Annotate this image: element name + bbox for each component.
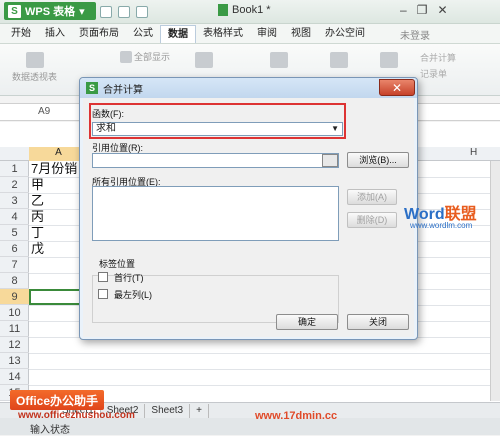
menu-insert[interactable]: 插入 <box>38 25 72 43</box>
pivot-table-icon <box>25 52 44 68</box>
data-tool-icon <box>270 52 288 68</box>
close-window-icon[interactable]: ✕ <box>437 3 447 17</box>
show-all-button[interactable]: 全部显示 <box>120 50 170 63</box>
chevron-down-icon: ▾ <box>79 5 85 18</box>
row-header[interactable]: 2 <box>0 177 29 193</box>
minimize-icon[interactable]: – <box>400 3 407 17</box>
menu-review[interactable]: 审阅 <box>250 25 284 43</box>
login-status[interactable]: 未登录 <box>400 27 430 42</box>
wps-logo-icon: S <box>8 4 21 18</box>
function-label: 函数(F): <box>92 109 124 119</box>
save-icon[interactable] <box>100 6 112 18</box>
grid-line <box>29 369 500 370</box>
row-header[interactable]: 1 <box>0 161 29 177</box>
sort-button[interactable] <box>195 52 213 68</box>
pivot-table-label: 数据透视表 <box>12 72 58 82</box>
row-header[interactable]: 9 <box>0 289 29 305</box>
validation-button[interactable] <box>330 52 348 68</box>
menu-table-style[interactable]: 表格样式 <box>196 25 250 43</box>
sort-icon <box>195 52 213 68</box>
ok-button[interactable]: 确定 <box>276 314 338 330</box>
first-row-label: 首行(T) <box>114 273 144 283</box>
row-header[interactable]: 12 <box>0 337 29 353</box>
group-button[interactable] <box>380 52 398 68</box>
range-picker-icon[interactable] <box>322 154 338 167</box>
undo-icon[interactable] <box>136 6 148 18</box>
column-header-h[interactable]: H <box>470 147 477 158</box>
add-button[interactable]: 添加(A) <box>347 189 397 205</box>
all-refs-list[interactable] <box>92 186 339 241</box>
validation-icon <box>330 52 348 68</box>
row-header[interactable]: 10 <box>0 305 29 321</box>
row-header-column: 1 2 3 4 5 6 7 8 9 10 11 12 13 14 15 <box>0 161 29 401</box>
group-icon <box>380 52 398 68</box>
menu-page-layout[interactable]: 页面布局 <box>72 25 126 43</box>
row-header[interactable]: 8 <box>0 273 29 289</box>
row-header[interactable]: 3 <box>0 193 29 209</box>
tag-position-label: 标签位置 <box>99 259 136 269</box>
cell-a3[interactable]: 乙 <box>31 193 44 209</box>
delete-button[interactable]: 删除(D) <box>347 212 397 228</box>
data-tool-button[interactable] <box>270 52 288 68</box>
function-select[interactable]: 求和 ▼ <box>92 122 343 136</box>
dialog-body: 函数(F): 求和 ▼ 引用位置(R): 浏览(B)... 所有引用位置(E):… <box>83 98 414 337</box>
print-icon[interactable] <box>118 6 130 18</box>
cell-a4[interactable]: 丙 <box>31 209 44 225</box>
pivot-table-button[interactable]: 数据透视表 <box>12 52 57 83</box>
cell-a2[interactable]: 甲 <box>31 177 44 193</box>
show-all-label: 全部显示 <box>134 52 171 62</box>
window-controls: – ❐ ✕ <box>400 3 448 17</box>
row-header[interactable]: 11 <box>0 321 29 337</box>
row-header[interactable]: 6 <box>0 241 29 257</box>
menu-formula[interactable]: 公式 <box>126 25 160 43</box>
function-value: 求和 <box>96 123 116 134</box>
browse-button[interactable]: 浏览(B)... <box>347 152 409 168</box>
office-url-watermark: www.officezhushou.com <box>18 410 135 421</box>
ribbon-right-group: 合并计算 记录单 <box>420 50 456 82</box>
login-area[interactable]: 未登录 <box>400 27 430 42</box>
left-col-checkbox[interactable] <box>98 289 108 299</box>
cell-a5[interactable]: 丁 <box>31 225 44 241</box>
menu-view[interactable]: 视图 <box>284 25 318 43</box>
merge-calc-dialog: S 合并计算 ✕ 函数(F): 求和 ▼ 引用位置(R): 浏览(B)... 所… <box>79 77 418 340</box>
menu-data[interactable]: 数据 <box>160 24 196 43</box>
office-brand-watermark: Office办公助手 <box>10 390 105 410</box>
cell-a6[interactable]: 戊 <box>31 241 44 257</box>
filter-icon <box>120 50 132 63</box>
restore-icon[interactable]: ❐ <box>417 3 428 17</box>
ref-input[interactable] <box>92 153 339 168</box>
menu-office-space[interactable]: 办公空间 <box>318 25 372 43</box>
row-header[interactable]: 14 <box>0 369 29 385</box>
grid-line <box>29 385 500 386</box>
record-list-ribbon-button[interactable]: 记录单 <box>420 66 456 82</box>
site-watermark: www.17dmin.cc <box>255 410 338 422</box>
sheet-tab-3[interactable]: Sheet3 <box>145 403 191 418</box>
dialog-title: 合并计算 <box>103 84 143 96</box>
wps-logo-icon: S <box>86 82 98 94</box>
app-name: WPS 表格 <box>25 6 76 18</box>
document-tab[interactable]: Book1 * <box>218 4 271 16</box>
close-button[interactable]: 关闭 <box>347 314 409 330</box>
row-header[interactable]: 5 <box>0 225 29 241</box>
menu-home[interactable]: 开始 <box>4 25 38 43</box>
dialog-close-icon[interactable]: ✕ <box>379 79 415 96</box>
name-box[interactable]: A9 <box>0 104 70 120</box>
dialog-title-bar[interactable]: S 合并计算 <box>80 78 417 98</box>
row-header[interactable]: 7 <box>0 257 29 273</box>
row-header[interactable]: 4 <box>0 209 29 225</box>
row-header[interactable]: 13 <box>0 353 29 369</box>
left-col-label: 最左列(L) <box>114 290 152 300</box>
first-row-checkbox[interactable] <box>98 272 108 282</box>
add-sheet-icon[interactable]: + <box>190 403 209 418</box>
merge-calc-ribbon-button[interactable]: 合并计算 <box>420 50 456 66</box>
app-menu-button[interactable]: S WPS 表格 ▾ <box>4 2 96 20</box>
wordlm-url: www.wordlm.com <box>410 221 473 230</box>
chevron-down-icon: ▼ <box>331 124 339 133</box>
cell-a1[interactable]: 7月份销 <box>31 161 77 177</box>
quick-access-toolbar <box>100 4 220 20</box>
vertical-scrollbar[interactable] <box>490 161 500 401</box>
grid-line <box>29 353 500 354</box>
document-title: Book1 * <box>232 4 271 16</box>
document-icon <box>218 4 228 16</box>
